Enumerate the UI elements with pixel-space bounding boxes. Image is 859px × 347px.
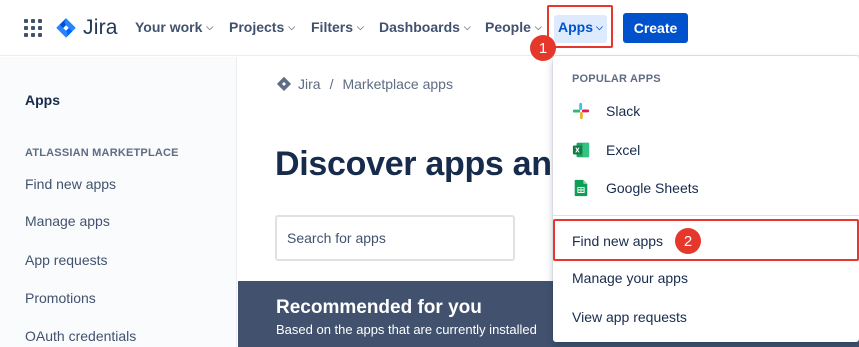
top-navigation: Jira Your work ⌵ Projects ⌵ Filters ⌵ Dashb… — [0, 0, 859, 56]
chevron-down-icon: ⌵ — [206, 22, 214, 32]
nav-label: Dashboards — [379, 19, 460, 35]
create-button[interactable]: Create — [623, 13, 688, 43]
dropdown-item-excel[interactable]: Excel — [572, 139, 640, 161]
breadcrumb: Jira / Marketplace apps — [276, 76, 453, 92]
step-1-badge: 1 — [530, 35, 556, 61]
breadcrumb-separator: / — [329, 76, 334, 92]
jira-logo-icon — [56, 18, 76, 38]
google-sheets-icon — [574, 179, 588, 197]
sidebar-item-manage-apps[interactable]: Manage apps — [25, 213, 110, 229]
sidebar-item-find-new-apps[interactable]: Find new apps — [25, 176, 116, 192]
nav-people[interactable]: People ⌵ — [485, 19, 542, 35]
nav-filters[interactable]: Filters ⌵ — [311, 19, 364, 35]
chevron-down-icon: ⌵ — [357, 22, 364, 32]
app-grid-icon[interactable] — [24, 19, 42, 37]
dropdown-item-manage-your-apps[interactable]: Manage your apps — [572, 270, 688, 286]
nav-label: Filters — [311, 19, 354, 35]
sidebar: Apps ATLASSIAN MARKETPLACE Find new apps… — [0, 57, 237, 347]
nav-label: Your work — [135, 19, 203, 35]
find-new-apps-highlight-box — [553, 219, 859, 261]
dropdown-divider — [553, 215, 859, 216]
chevron-down-icon: ⌵ — [463, 22, 471, 32]
chevron-down-icon: ⌵ — [288, 22, 296, 32]
breadcrumb-root[interactable]: Jira — [298, 76, 321, 92]
dropdown-item-label: Google Sheets — [606, 180, 699, 196]
nav-label: Projects — [229, 19, 285, 35]
dropdown-item-view-app-requests[interactable]: View app requests — [572, 309, 687, 325]
nav-dashboards[interactable]: Dashboards ⌵ — [379, 19, 471, 35]
excel-icon — [572, 142, 590, 158]
search-input[interactable]: Search for apps — [275, 215, 515, 261]
apps-dropdown-menu: POPULAR APPS Slack Excel Google Sheets F… — [553, 56, 859, 342]
slack-icon — [572, 102, 590, 120]
sidebar-item-app-requests[interactable]: App requests — [25, 252, 108, 268]
nav-label: People — [485, 19, 531, 35]
sidebar-section-heading: ATLASSIAN MARKETPLACE — [25, 147, 179, 159]
sidebar-item-oauth-credentials[interactable]: OAuth credentials — [25, 328, 136, 344]
dropdown-item-label: Excel — [606, 142, 641, 158]
page-title: Discover apps and i — [275, 145, 591, 183]
sidebar-title: Apps — [25, 92, 60, 108]
recommended-subtitle: Based on the apps that are currently ins… — [276, 322, 537, 337]
dropdown-item-label: Slack — [606, 103, 641, 119]
nav-projects[interactable]: Projects ⌵ — [229, 19, 295, 35]
chevron-down-icon: ⌵ — [534, 22, 542, 32]
step-2-badge: 2 — [675, 228, 701, 254]
apps-highlight-box — [547, 5, 613, 48]
sidebar-item-promotions[interactable]: Promotions — [25, 290, 96, 306]
breadcrumb-current[interactable]: Marketplace apps — [342, 76, 453, 92]
dropdown-item-slack[interactable]: Slack — [572, 100, 640, 122]
jira-logo[interactable]: Jira — [55, 14, 118, 42]
popular-apps-heading: POPULAR APPS — [572, 73, 661, 85]
dropdown-item-google-sheets[interactable]: Google Sheets — [572, 177, 699, 199]
recommended-title: Recommended for you — [276, 297, 482, 318]
product-name: Jira — [83, 16, 118, 39]
jira-logo-icon — [277, 76, 291, 91]
nav-your-work[interactable]: Your work ⌵ — [135, 19, 213, 35]
